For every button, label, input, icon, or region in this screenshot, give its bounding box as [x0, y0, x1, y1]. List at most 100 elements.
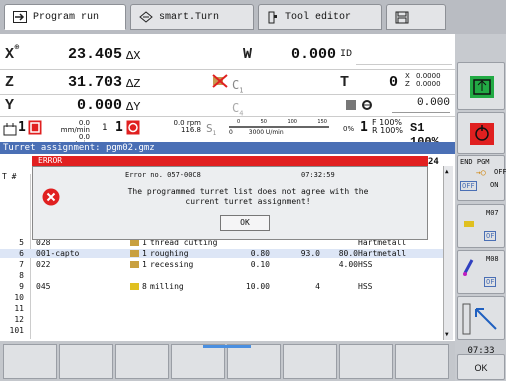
stop-icon [28, 120, 42, 135]
softkey-7[interactable] [339, 344, 393, 379]
m08-off: OF [484, 277, 497, 287]
rpm-value-2: 116.8 [180, 126, 201, 134]
t-z-label: Z [405, 80, 410, 88]
error-ok-button[interactable]: OK [220, 215, 270, 231]
r-override: R 100% [372, 126, 403, 135]
axis-x-value: 23.405 [67, 46, 122, 63]
cycle-start-softkey[interactable] [457, 62, 505, 110]
cell-q: 8 [142, 282, 147, 291]
softkey-5[interactable] [227, 344, 281, 379]
tab-tool-editor-label: Tool editor [285, 11, 352, 23]
no-tool-icon [212, 74, 228, 88]
scale-tick-0: 0 [237, 119, 241, 125]
t-x-label: X [405, 72, 410, 80]
jog-softkey[interactable] [457, 296, 505, 340]
t-value: 0 [388, 74, 398, 91]
cell-a: 4 [315, 282, 320, 291]
cell-mat: HSS [358, 282, 373, 291]
turret-count: 24 [428, 157, 439, 167]
axis-z-delta: ΔZ [126, 77, 141, 91]
t-label: T [340, 74, 350, 91]
softkey-1[interactable] [3, 344, 57, 379]
softkey-4[interactable] [171, 344, 225, 379]
scale-tick-1: 50 [260, 119, 267, 125]
cell-n: 6 [19, 249, 24, 258]
softkey-3[interactable] [115, 344, 169, 379]
t-x-value: 0.0000 [416, 72, 441, 80]
scale-val-0: 0 [229, 129, 233, 136]
axis-y-label: Y [5, 97, 15, 114]
cell-r: 0.80 [250, 249, 270, 258]
error-message-line2: current turret assignment! [185, 197, 311, 206]
softkey-2[interactable] [59, 344, 113, 379]
table-row[interactable]: 7 022 1 recessing 0.10 4.00 HSS [0, 260, 443, 269]
axis-z-label: Z [5, 74, 15, 91]
cell-n: 12 [14, 315, 24, 324]
m07-off: OF [484, 231, 497, 241]
cell-b: 4.00 [338, 260, 358, 269]
table-row[interactable]: 9 045 8 milling 10.00 4 HSS [0, 282, 443, 291]
s-sub: 1 [212, 130, 217, 138]
feed-override-num: 1 [18, 120, 26, 135]
spindle-number: 1 [102, 123, 108, 133]
m07-softkey[interactable]: M07 OF [457, 204, 505, 248]
error-dialog: Error no. 057-00C8 07:32:59 The programm… [32, 166, 428, 240]
cell-r: 0.10 [250, 260, 270, 269]
cell-n: 11 [14, 304, 24, 313]
table-row[interactable]: 12 [0, 315, 443, 324]
end-pgm-off: OFF [460, 181, 477, 191]
error-time: 07:32:59 [301, 171, 335, 179]
table-row[interactable]: 6 001-capto 1 roughing 0.80 93.0 80.0 Hartmetal… [0, 249, 443, 258]
cell-n: 8 [19, 271, 24, 280]
override-one: 1 [360, 120, 368, 135]
m07-label: M07 [486, 209, 499, 217]
scale-tick-2: 100 [287, 119, 297, 125]
softkey-8[interactable] [395, 344, 449, 379]
position-display: X ⊕ 23.405 ΔX W 0.000 ID Z 31.703 ΔZ C1 … [0, 34, 455, 149]
table-row[interactable]: 11 [0, 304, 443, 313]
axis-x-label: X [5, 46, 15, 63]
turret-header: Turret assignment: pgm02.gmz [0, 142, 455, 154]
s-label: S [206, 122, 213, 135]
cell-id: 022 [36, 260, 51, 269]
tool-icon [268, 11, 277, 23]
tab-smart-turn-label: smart.Turn [159, 11, 220, 23]
axis-w-label: W [243, 46, 253, 63]
cell-q: 1 [142, 260, 147, 269]
cell-mat: Hartmetall [358, 249, 407, 258]
spindle-num-bold: 1 [115, 120, 123, 135]
ok-softkey[interactable]: OK [457, 354, 505, 380]
cell-name: recessing [150, 260, 194, 269]
tab-tool-editor[interactable]: Tool editor [258, 4, 382, 30]
right-softkeys: END PGM →◯ OFF OFF ON M07 OF M08 OF 07:3… [455, 34, 506, 381]
end-pgm-softkey[interactable]: END PGM →◯ OFF OFF ON [457, 155, 506, 201]
cell-b: 80.0 [338, 249, 358, 258]
table-row[interactable]: 10 [0, 293, 443, 302]
scale-val-1: 3000 U/min [248, 129, 284, 136]
cell-mat: HSS [358, 260, 373, 269]
diamond-arrow-icon [139, 11, 153, 23]
error-number: Error no. 057-00C8 [125, 171, 201, 179]
m08-softkey[interactable]: M08 OF [457, 250, 505, 294]
spindle-scale: 0 50 100 150 0 3000 U/min [219, 119, 331, 137]
cell-n: 10 [14, 293, 24, 302]
spindle-stop-icon [126, 120, 140, 135]
tool-type-icon [130, 250, 139, 257]
feed-icon [3, 123, 17, 136]
tool-type-icon [130, 239, 139, 246]
cell-n: 7 [19, 260, 24, 269]
reset-softkey[interactable] [457, 112, 505, 154]
cell-r: 10.00 [245, 282, 270, 291]
cell-n: 9 [19, 282, 24, 291]
tab-smart-turn[interactable]: smart.Turn [130, 4, 254, 30]
id-label: ID [340, 49, 353, 60]
scrollbar[interactable]: ▲ ▼ [443, 166, 453, 340]
cell-name: milling [150, 282, 184, 291]
softkey-6[interactable] [283, 344, 337, 379]
tab-program-run[interactable]: Program run [4, 4, 126, 30]
table-row[interactable]: 101 [0, 326, 443, 335]
table-row[interactable]: 8 [0, 271, 443, 280]
tab-file[interactable] [386, 4, 446, 30]
t-z-value: 0.0000 [416, 80, 441, 88]
spindle-icon [346, 100, 372, 110]
